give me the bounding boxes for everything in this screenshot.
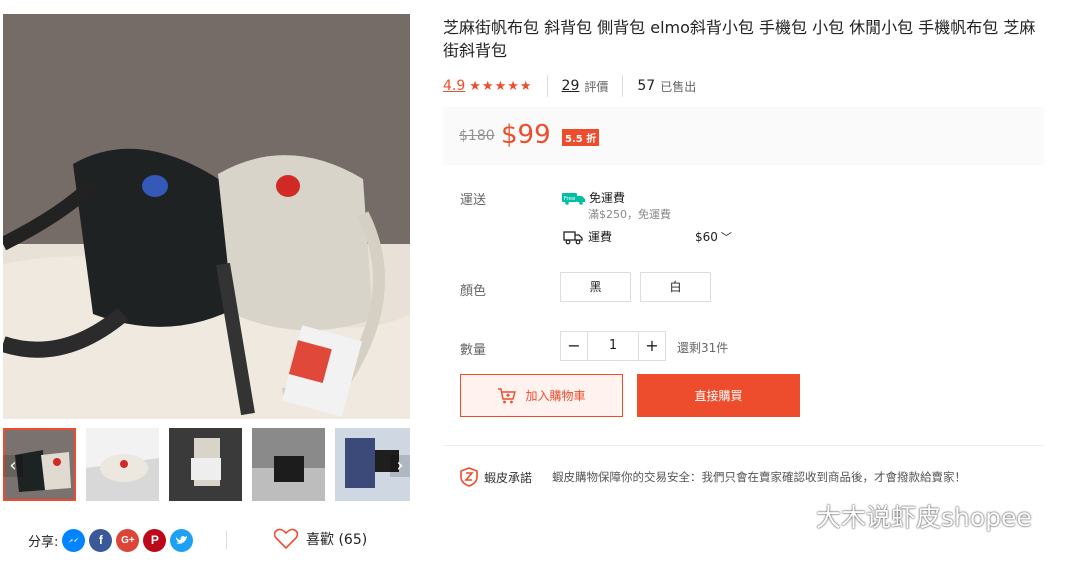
guarantee-title[interactable]: 蝦皮承諾 bbox=[484, 469, 532, 486]
buy-now-label: 直接購買 bbox=[694, 389, 743, 403]
divider bbox=[622, 75, 624, 97]
thumbnail-strip: ‹ › bbox=[3, 428, 410, 504]
product-photo bbox=[3, 14, 410, 419]
original-price: $180 bbox=[459, 128, 495, 144]
sold-label: 已售出 bbox=[660, 79, 697, 94]
truck-icon bbox=[563, 230, 583, 244]
messenger-icon[interactable] bbox=[62, 528, 86, 552]
discount-badge: 5.5 折 bbox=[562, 129, 600, 146]
quantity-input[interactable]: 1 bbox=[588, 331, 638, 361]
divider bbox=[443, 445, 1044, 446]
sold-count: 57 bbox=[637, 78, 656, 94]
product-main-image[interactable] bbox=[3, 14, 410, 419]
add-to-cart-button[interactable]: 加入購物車 bbox=[460, 374, 623, 417]
ratings-bar: 4.9 ★★★★★ 29 評價 57 已售出 bbox=[443, 75, 697, 97]
reviews-count[interactable]: 29 bbox=[562, 78, 580, 94]
rating-score[interactable]: 4.9 bbox=[443, 78, 465, 94]
share-like-divider bbox=[226, 531, 227, 549]
quantity-label: 數量 bbox=[460, 343, 487, 358]
shipping-fee-label: 運費 bbox=[588, 230, 613, 244]
shipping-fee-value: $60 bbox=[695, 230, 718, 244]
facebook-icon[interactable]: f bbox=[89, 528, 113, 552]
shipping-fee-row: 運費 bbox=[563, 228, 612, 245]
quantity-decrease-button[interactable]: − bbox=[560, 331, 588, 361]
add-to-cart-label: 加入購物車 bbox=[525, 389, 586, 403]
shield-icon bbox=[460, 467, 478, 487]
watermark: 大木说虾皮shopee bbox=[768, 498, 1032, 534]
heart-icon bbox=[274, 528, 298, 549]
current-price: $99 bbox=[501, 120, 551, 150]
guarantee-text: 蝦皮購物保障你的交易安全：我們只會在賣家確認收到商品後，才會撥款給賣家！ bbox=[552, 470, 967, 484]
stock-remaining: 還剩31件 bbox=[677, 341, 729, 355]
watermark-text: 大木说虾皮shopee bbox=[816, 503, 1032, 532]
shipping-fee-dropdown[interactable]: $60 ﹀ bbox=[695, 229, 732, 245]
free-shipping-condition: 滿$250，免運費 bbox=[588, 208, 671, 221]
twitter-icon[interactable] bbox=[170, 528, 194, 552]
cart-icon bbox=[498, 387, 517, 403]
divider bbox=[546, 75, 548, 97]
thumbnail[interactable] bbox=[86, 428, 159, 501]
thumbnail-next-arrow[interactable]: › bbox=[390, 455, 410, 477]
price-box: $180 $99 5.5 折 bbox=[443, 107, 1044, 165]
like-button[interactable]: 喜歡 (65) bbox=[274, 528, 367, 549]
buy-now-button[interactable]: 直接購買 bbox=[637, 374, 800, 417]
product-title: 芝麻街帆布包 斜背包 側背包 elmo斜背小包 手機包 小包 休閒小包 手機帆布… bbox=[443, 18, 1036, 60]
pinterest-icon[interactable]: P bbox=[143, 528, 167, 552]
color-option-white[interactable]: 白 bbox=[640, 272, 711, 302]
share-label: 分享: bbox=[28, 534, 59, 550]
star-rating-icon: ★★★★★ bbox=[469, 78, 533, 94]
google-plus-icon[interactable]: G+ bbox=[116, 528, 140, 552]
reviews-label: 評價 bbox=[584, 79, 609, 94]
chevron-down-icon: ﹀ bbox=[720, 231, 732, 244]
like-count: 喜歡 (65) bbox=[306, 531, 368, 548]
quantity-increase-button[interactable]: + bbox=[638, 331, 666, 361]
shipping-label: 運送 bbox=[460, 193, 487, 208]
quantity-stepper: − 1 + bbox=[560, 331, 666, 361]
share-bar: 分享: f G+ P bbox=[28, 525, 197, 555]
shopee-guarantee: 蝦皮承諾 蝦皮購物保障你的交易安全：我們只會在賣家確認收到商品後，才會撥款給賣家… bbox=[460, 467, 966, 487]
free-shipping: Free 免運費 bbox=[562, 189, 625, 206]
thumbnail-prev-arrow[interactable]: ‹ bbox=[3, 455, 23, 477]
thumbnail[interactable] bbox=[252, 428, 325, 501]
free-shipping-title: 免運費 bbox=[589, 191, 626, 205]
svg-text:Free: Free bbox=[564, 196, 576, 202]
color-option-black[interactable]: 黑 bbox=[560, 272, 631, 302]
wechat-icon bbox=[770, 504, 805, 528]
color-label: 顏色 bbox=[460, 284, 487, 299]
thumbnail[interactable] bbox=[169, 428, 242, 501]
free-shipping-truck-icon: Free bbox=[562, 192, 585, 205]
